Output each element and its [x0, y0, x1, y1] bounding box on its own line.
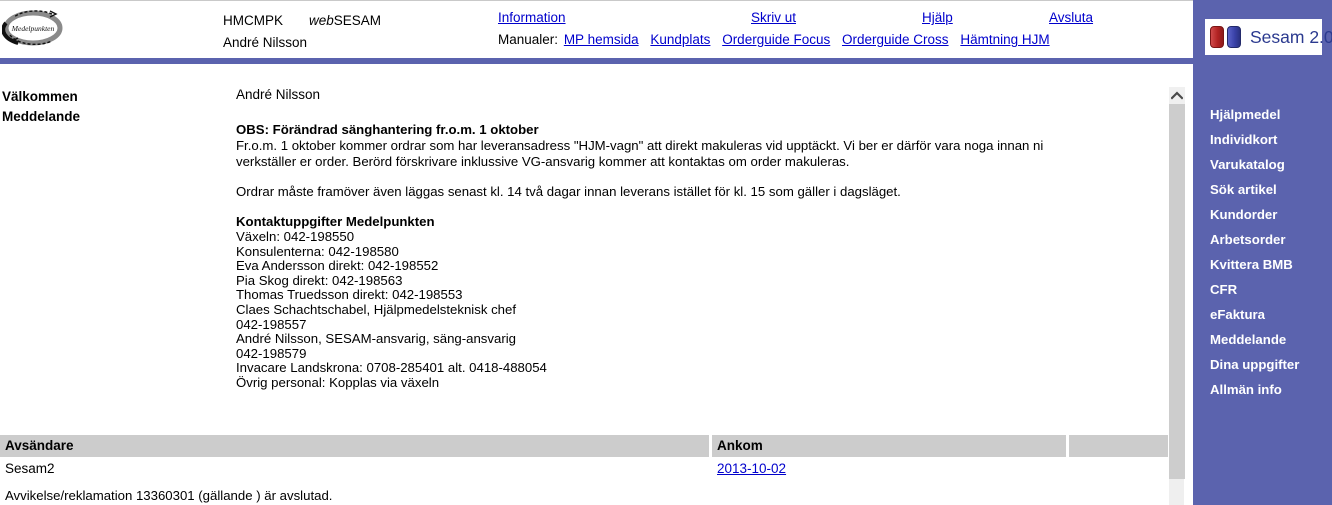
sidebar-item-individkort[interactable]: Individkort	[1193, 127, 1332, 152]
table-cell-sender: Sesam2	[5, 461, 55, 476]
header-manual-links: Manualer: MP hemsida Kundplats Orderguid…	[498, 32, 1138, 54]
contact-line: Thomas Truedsson direkt: 042-198553	[236, 287, 463, 303]
message-content: André Nilsson OBS: Förändrad sänghanteri…	[236, 87, 1126, 405]
contact-line: Växeln: 042-198550	[236, 229, 355, 244]
table-column-header-extra	[1069, 435, 1168, 457]
message-para1-line2: verkställer er order. Berörd förskrivare…	[236, 154, 850, 169]
sidebar-item-sok-artikel[interactable]: Sök artikel	[1193, 177, 1332, 202]
header-link-avsluta[interactable]: Avsluta	[1049, 10, 1093, 25]
header-link-information[interactable]: Information	[498, 10, 566, 25]
message-block-sang: OBS: Förändrad sänghantering fr.o.m. 1 o…	[236, 122, 1126, 170]
message-block-kontakt: Kontaktuppgifter Medelpunkten Växeln: 04…	[236, 214, 1126, 391]
table-header-row: Avsändare Ankom	[0, 435, 1168, 457]
table-column-header-ankom[interactable]: Ankom	[712, 435, 1066, 457]
table-column-header-avsandare[interactable]: Avsändare	[0, 435, 709, 457]
left-nav: Välkommen Meddelande	[0, 87, 225, 127]
table-row-note: Avvikelse/reklamation 13360301 (gällande…	[5, 488, 333, 503]
header-username: André Nilsson	[223, 35, 308, 50]
contact-line: Övrig personal: Kopplas via växeln	[236, 374, 440, 390]
table-cell-date: 2013-10-02	[712, 457, 1066, 481]
scrollbar-thumb[interactable]	[1169, 104, 1185, 479]
sesam-brand-logo: Sesam 2.0	[1205, 19, 1332, 55]
contact-line: Pia Skog direkt: 042-198563	[236, 272, 403, 288]
header-primary-links: Information Skriv ut Hjälp Avsluta	[498, 10, 1138, 32]
left-nav-item-meddelande[interactable]: Meddelande	[0, 107, 225, 127]
manual-link-mp-hemsida[interactable]: MP hemsida	[564, 32, 639, 47]
page-header: Medelpunkten HMCMPK webSESAM André Nilsso…	[0, 0, 1193, 58]
body-area: Välkommen Meddelande André Nilsson OBS: …	[0, 64, 1193, 505]
application-area: Medelpunkten HMCMPK webSESAM André Nilsso…	[0, 0, 1193, 505]
sesam-brand-text: Sesam 2.0	[1250, 26, 1332, 47]
message-pane: André Nilsson OBS: Förändrad sänghanteri…	[225, 87, 1168, 435]
sidebar-item-kundorder[interactable]: Kundorder	[1193, 202, 1332, 227]
sesam-mark-icon	[1210, 26, 1243, 48]
medelpunkten-logo: Medelpunkten	[2, 5, 64, 51]
manualer-label: Manualer:	[498, 32, 559, 47]
contact-line: Konsulenterna: 042-198580	[236, 243, 399, 259]
message-para1-line1: Fr.o.m. 1 oktober kommer ordrar som har …	[236, 138, 1044, 153]
sidebar-item-efaktura[interactable]: eFaktura	[1193, 302, 1332, 327]
message-heading-kontaktuppgifter: Kontaktuppgifter Medelpunkten	[236, 214, 435, 229]
sidebar-item-meddelande[interactable]: Meddelande	[1193, 327, 1332, 352]
header-user-block: HMCMPK webSESAM André Nilsson	[223, 10, 381, 54]
message-greeting: André Nilsson	[236, 87, 321, 102]
sidebar-item-varukatalog[interactable]: Varukatalog	[1193, 152, 1332, 177]
sesam-blue-square-icon	[1227, 26, 1241, 48]
sidebar-item-hjalpmedel[interactable]: Hjälpmedel	[1193, 102, 1332, 127]
scroll-up-button[interactable]	[1169, 87, 1185, 104]
left-nav-item-valkommen[interactable]: Välkommen	[0, 87, 225, 107]
app-name-italic: web	[309, 13, 334, 28]
header-org-line: HMCMPK webSESAM	[223, 10, 381, 32]
org-code: HMCMPK	[223, 13, 283, 28]
manual-link-orderguide-focus[interactable]: Orderguide Focus	[722, 32, 830, 47]
contact-line: André Nilsson, SESAM-ansvarig, säng-ansv…	[236, 331, 516, 347]
right-sidebar: Sesam 2.0 Hjälpmedel Individkort Varukat…	[1193, 0, 1332, 505]
message-block-ordrar: Ordrar måste framöver även läggas senast…	[236, 184, 1126, 200]
sidebar-item-kvittera-bmb[interactable]: Kvittera BMB	[1193, 252, 1332, 277]
manual-link-kundplats[interactable]: Kundplats	[650, 32, 710, 47]
contact-line: 042-198579	[236, 345, 307, 361]
contact-line: Claes Schachtschabel, Hjälpmedelsteknisk…	[236, 301, 517, 317]
page-root: Medelpunkten HMCMPK webSESAM André Nilsso…	[0, 0, 1332, 505]
app-name-rest: SESAM	[333, 13, 382, 28]
chevron-up-icon	[1171, 91, 1183, 100]
sidebar-item-allman-info[interactable]: Allmän info	[1193, 377, 1332, 402]
header-link-skriv-ut[interactable]: Skriv ut	[751, 10, 796, 25]
svg-text:Medelpunkten: Medelpunkten	[11, 24, 55, 33]
sesam-red-square-icon	[1210, 26, 1224, 48]
vertical-scrollbar[interactable]	[1168, 87, 1185, 505]
message-table: Avsändare Ankom Sesam2 2013-10-02 Avvike…	[0, 435, 1168, 503]
header-link-hjalp[interactable]: Hjälp	[922, 10, 953, 25]
sidebar-item-arbetsorder[interactable]: Arbetsorder	[1193, 227, 1332, 252]
table-row: Sesam2 2013-10-02	[0, 457, 1168, 481]
contact-line: 042-198557	[236, 316, 307, 332]
contact-line: Invacare Landskrona: 0708-285401 alt. 04…	[236, 360, 547, 376]
table-date-link[interactable]: 2013-10-02	[717, 461, 786, 476]
sidebar-item-dina-uppgifter[interactable]: Dina uppgifter	[1193, 352, 1332, 377]
sidebar-item-cfr[interactable]: CFR	[1193, 277, 1332, 302]
message-para2: Ordrar måste framöver även läggas senast…	[236, 184, 901, 199]
manual-link-hamtning-hjm[interactable]: Hämtning HJM	[960, 32, 1049, 47]
manual-link-orderguide-cross[interactable]: Orderguide Cross	[842, 32, 949, 47]
contact-line: Eva Andersson direkt: 042-198552	[236, 258, 439, 274]
sidebar-menu: Hjälpmedel Individkort Varukatalog Sök a…	[1193, 102, 1332, 402]
message-heading-sanghantering: OBS: Förändrad sänghantering fr.o.m. 1 o…	[236, 122, 539, 137]
